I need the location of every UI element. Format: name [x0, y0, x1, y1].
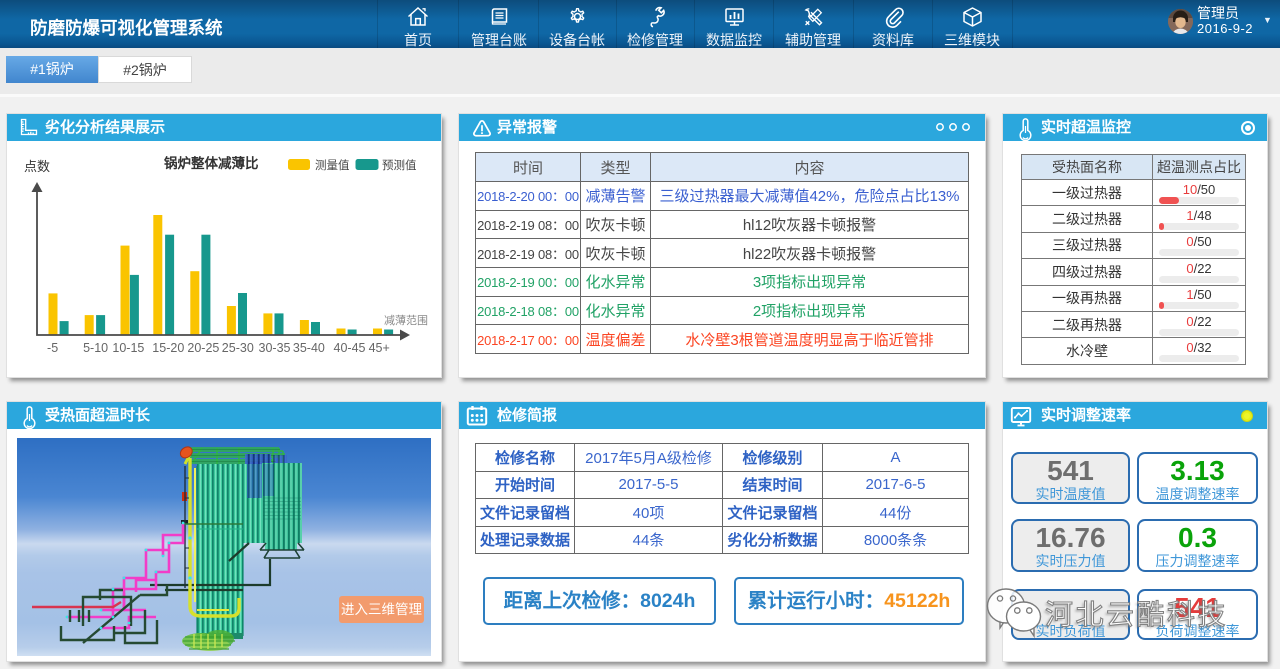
svg-text:测量值: 测量值 [315, 159, 350, 172]
svg-text:45+: 45+ [369, 341, 390, 355]
svg-text:5-10: 5-10 [83, 341, 108, 355]
svg-text:20-25: 20-25 [187, 341, 219, 355]
svg-text:锅炉整体减薄比: 锅炉整体减薄比 [164, 155, 259, 171]
svg-text:10-15: 10-15 [112, 341, 144, 355]
svg-text:35-40: 35-40 [293, 341, 325, 355]
svg-text:40-45: 40-45 [334, 341, 366, 355]
svg-text:-5: -5 [47, 341, 58, 355]
svg-text:预测值: 预测值 [382, 159, 417, 172]
svg-text:15-20: 15-20 [152, 341, 184, 355]
svg-text:减薄范围: 减薄范围 [384, 313, 428, 327]
svg-text:30-35: 30-35 [259, 341, 291, 355]
svg-text:点数: 点数 [24, 159, 50, 174]
svg-text:25-30: 25-30 [222, 341, 254, 355]
